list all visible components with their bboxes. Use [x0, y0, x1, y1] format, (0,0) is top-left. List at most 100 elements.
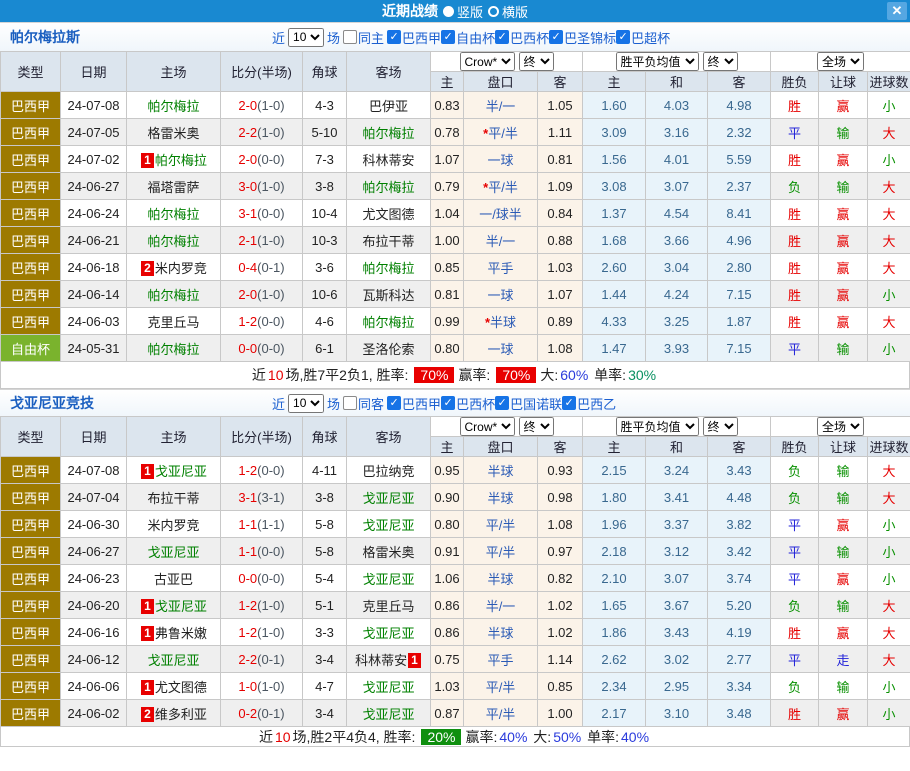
- league-filter[interactable]: ✓自由杯: [441, 28, 495, 47]
- odds-source-select[interactable]: Crow*: [460, 52, 515, 71]
- avg-time-select[interactable]: 终: [703, 52, 738, 71]
- odds-source-select[interactable]: Crow*: [460, 417, 515, 436]
- close-icon[interactable]: ✕: [887, 2, 907, 20]
- home-team-cell: 1帕尔梅拉: [127, 146, 221, 173]
- avg-home-cell: 2.10: [583, 565, 646, 592]
- corner-cell: 3-4: [303, 700, 347, 727]
- match-row: 巴西甲24-06-061尤文图德1-0(1-0)4-7戈亚尼亚1.03平/半0.…: [1, 673, 910, 700]
- team-section-2: 戈亚尼亚竞技 近 10 场 同客 ✓巴西甲✓巴西杯✓巴国诺联✓巴西乙 类型 日期…: [0, 389, 910, 747]
- away-team-cell: 帕尔梅拉: [347, 308, 431, 335]
- date-cell: 24-06-16: [61, 619, 127, 646]
- avg-away-cell: 3.48: [708, 700, 771, 727]
- avg-time-select[interactable]: 终: [703, 417, 738, 436]
- score-cell: 2-2(0-1): [221, 646, 303, 673]
- home-odds-cell: 0.86: [431, 592, 464, 619]
- checkbox-checked-icon[interactable]: ✓: [549, 30, 563, 44]
- away-odds-cell: 0.81: [538, 146, 583, 173]
- match-count-select[interactable]: 10: [288, 28, 324, 47]
- checkbox-checked-icon[interactable]: ✓: [495, 30, 509, 44]
- fullmatch-select[interactable]: 全场: [817, 417, 864, 436]
- date-cell: 24-07-02: [61, 146, 127, 173]
- checkbox-checked-icon[interactable]: ✓: [387, 30, 401, 44]
- league-cell: 巴西甲: [1, 619, 61, 646]
- layout-radio-horizontal[interactable]: 横版: [488, 2, 528, 21]
- avg-draw-cell: 3.02: [646, 646, 708, 673]
- avg-draw-cell: 4.03: [646, 92, 708, 119]
- result-cell: 平: [771, 511, 819, 538]
- checkbox-checked-icon[interactable]: ✓: [441, 30, 455, 44]
- league-cell: 巴西甲: [1, 673, 61, 700]
- avg-source-select[interactable]: 胜平负均值: [616, 417, 699, 436]
- match-row: 巴西甲24-06-27福塔雷萨3-0(1-0)3-8帕尔梅拉0.79*平/半1.…: [1, 173, 910, 200]
- match-row: 巴西甲24-07-081戈亚尼亚1-2(0-0)4-11巴拉纳竞0.95半球0.…: [1, 457, 910, 484]
- odds-time-select[interactable]: 终: [519, 52, 554, 71]
- radio-selected-icon[interactable]: [443, 6, 454, 17]
- checkbox-checked-icon[interactable]: ✓: [495, 396, 509, 410]
- score-cell: 2-2(1-0): [221, 119, 303, 146]
- league-filter[interactable]: ✓巴西甲: [387, 394, 441, 413]
- checkbox-checked-icon[interactable]: ✓: [387, 396, 401, 410]
- goals-cell: 小: [868, 700, 910, 727]
- score-cell: 1-2(1-0): [221, 592, 303, 619]
- titlebar: 近期战绩 竖版 横版 ✕: [0, 0, 910, 22]
- team-name: 帕尔梅拉: [362, 315, 414, 330]
- checkbox-unchecked-icon[interactable]: [343, 30, 357, 44]
- checkbox-checked-icon[interactable]: ✓: [562, 396, 576, 410]
- same-venue-filter[interactable]: 同客: [343, 394, 384, 413]
- league-filter[interactable]: ✓巴西甲: [387, 28, 441, 47]
- fullmatch-select[interactable]: 全场: [817, 52, 864, 71]
- match-count-select[interactable]: 10: [288, 394, 324, 413]
- match-row: 巴西甲24-07-08帕尔梅拉2-0(1-0)4-3巴伊亚0.83半/一1.05…: [1, 92, 910, 119]
- odds-time-select[interactable]: 终: [519, 417, 554, 436]
- red-card-badge: 1: [141, 599, 154, 614]
- red-card-badge: 1: [141, 464, 154, 479]
- home-team-cell: 福塔雷萨: [127, 173, 221, 200]
- corner-cell: 3-8: [303, 484, 347, 511]
- date-cell: 24-06-23: [61, 565, 127, 592]
- goals-cell: 大: [868, 592, 910, 619]
- league-filter[interactable]: ✓巴西杯: [441, 394, 495, 413]
- avg-away-cell: 7.15: [708, 281, 771, 308]
- corner-cell: 3-3: [303, 619, 347, 646]
- summary-segment: 50%: [553, 729, 581, 745]
- layout-radio-vertical[interactable]: 竖版: [443, 2, 483, 21]
- team-title: 帕尔梅拉斯: [0, 27, 272, 47]
- score-cell: 1-2(0-0): [221, 308, 303, 335]
- away-odds-cell: 1.02: [538, 619, 583, 646]
- avg-home-cell: 2.60: [583, 254, 646, 281]
- checkbox-unchecked-icon[interactable]: [343, 396, 357, 410]
- col-date: 日期: [61, 52, 127, 92]
- home-odds-cell: 0.81: [431, 281, 464, 308]
- league-filter[interactable]: ✓巴超杯: [616, 28, 670, 47]
- radio-unselected-icon[interactable]: [488, 6, 499, 17]
- league-cell: 巴西甲: [1, 511, 61, 538]
- avg-away-cell: 3.42: [708, 538, 771, 565]
- home-odds-cell: 0.95: [431, 457, 464, 484]
- team-name: 米内罗竞: [147, 518, 199, 533]
- handicap-result-cell: 赢: [819, 200, 868, 227]
- handicap-result-cell: 输: [819, 538, 868, 565]
- score-cell: 3-1(0-0): [221, 200, 303, 227]
- league-filter-label: 巴圣锦标: [564, 28, 616, 47]
- goals-cell: 大: [868, 308, 910, 335]
- summary-segment: 赢率:: [465, 727, 497, 747]
- avg-source-select[interactable]: 胜平负均值: [616, 52, 699, 71]
- same-venue-filter[interactable]: 同主: [343, 28, 384, 47]
- league-filter[interactable]: ✓巴西杯: [495, 28, 549, 47]
- checkbox-checked-icon[interactable]: ✓: [441, 396, 455, 410]
- league-filter[interactable]: ✓巴国诺联: [495, 394, 562, 413]
- red-card-badge: 1: [408, 653, 421, 668]
- checkbox-checked-icon[interactable]: ✓: [616, 30, 630, 44]
- avg-draw-cell: 4.24: [646, 281, 708, 308]
- league-filter[interactable]: ✓巴西乙: [562, 394, 616, 413]
- col-score: 比分(半场): [221, 417, 303, 457]
- league-filter[interactable]: ✓巴圣锦标: [549, 28, 616, 47]
- match-row: 巴西甲24-07-05格雷米奥2-2(1-0)5-10帕尔梅拉0.78*平/半1…: [1, 119, 910, 146]
- date-cell: 24-06-30: [61, 511, 127, 538]
- score-cell: 2-0(0-0): [221, 146, 303, 173]
- team-name: 戈亚尼亚: [147, 653, 199, 668]
- team-name: 戈亚尼亚: [362, 572, 414, 587]
- avg-away-cell: 8.41: [708, 200, 771, 227]
- col-handicap-result: 让球: [819, 72, 868, 92]
- handicap-result-cell: 赢: [819, 565, 868, 592]
